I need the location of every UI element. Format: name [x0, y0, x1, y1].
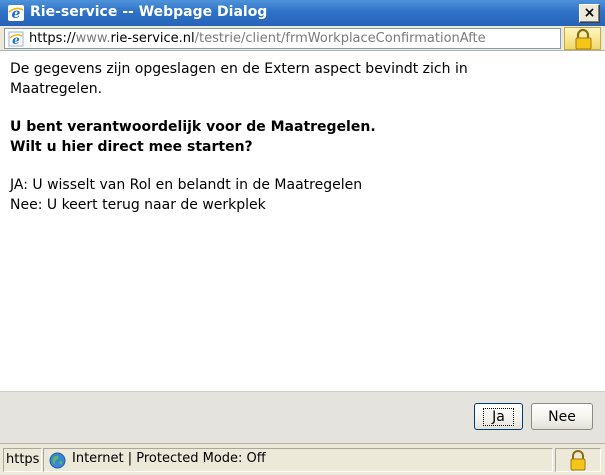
yes-button[interactable]: Ja [474, 403, 523, 430]
status-lock[interactable] [555, 448, 601, 472]
address-url: https://www.rie-service.nl/testrie/clien… [29, 31, 486, 46]
message-line-2: Maatregelen. [10, 81, 103, 97]
dialog-content: De gegevens zijn opgeslagen en de Extern… [0, 51, 605, 391]
zone-text: Internet | Protected Mode: Off [72, 451, 266, 466]
question-line-1: U bent verantwoordelijk voor de Maatrege… [10, 119, 376, 135]
no-button[interactable]: Nee [531, 403, 593, 430]
yes-button-label: Ja [483, 407, 514, 426]
info-line-yes: JA: U wisselt van Rol en belandt in de M… [10, 177, 363, 193]
security-zone[interactable]: Internet | Protected Mode: Off [43, 448, 553, 472]
url-scheme: https:// [29, 31, 76, 46]
lock-icon [570, 450, 586, 471]
question-line-2: Wilt u hier direct mee starten? [10, 139, 253, 155]
address-field[interactable]: e https://www.rie-service.nl/testrie/cli… [4, 28, 561, 49]
url-host: rie-service.nl [110, 31, 195, 46]
security-lock-button[interactable] [564, 27, 601, 50]
page-icon: e [8, 31, 24, 47]
close-icon: × [583, 5, 596, 21]
no-button-label: Nee [548, 408, 576, 425]
message-line-1: De gegevens zijn opgeslagen en de Extern… [10, 61, 468, 77]
lock-icon [575, 28, 592, 50]
button-area: Ja Nee [0, 391, 605, 443]
title-bar: e Rie-service -- Webpage Dialog × [0, 0, 605, 26]
ie-icon: e [7, 4, 25, 22]
webpage-dialog: e Rie-service -- Webpage Dialog × e http… [0, 0, 605, 475]
info-line-no: Nee: U keert terug naar de werkplek [10, 197, 266, 213]
close-button[interactable]: × [579, 4, 600, 23]
status-bar: https:// Internet | Protected Mode: Off [0, 443, 605, 475]
status-url: https:// [3, 448, 42, 472]
url-path: /testrie/client/frmWorkplaceConfirmation… [194, 31, 486, 46]
address-bar: e https://www.rie-service.nl/testrie/cli… [0, 26, 605, 51]
url-host-prefix: www. [75, 31, 111, 46]
globe-icon [49, 452, 66, 469]
window-title: Rie-service -- Webpage Dialog [30, 4, 268, 20]
